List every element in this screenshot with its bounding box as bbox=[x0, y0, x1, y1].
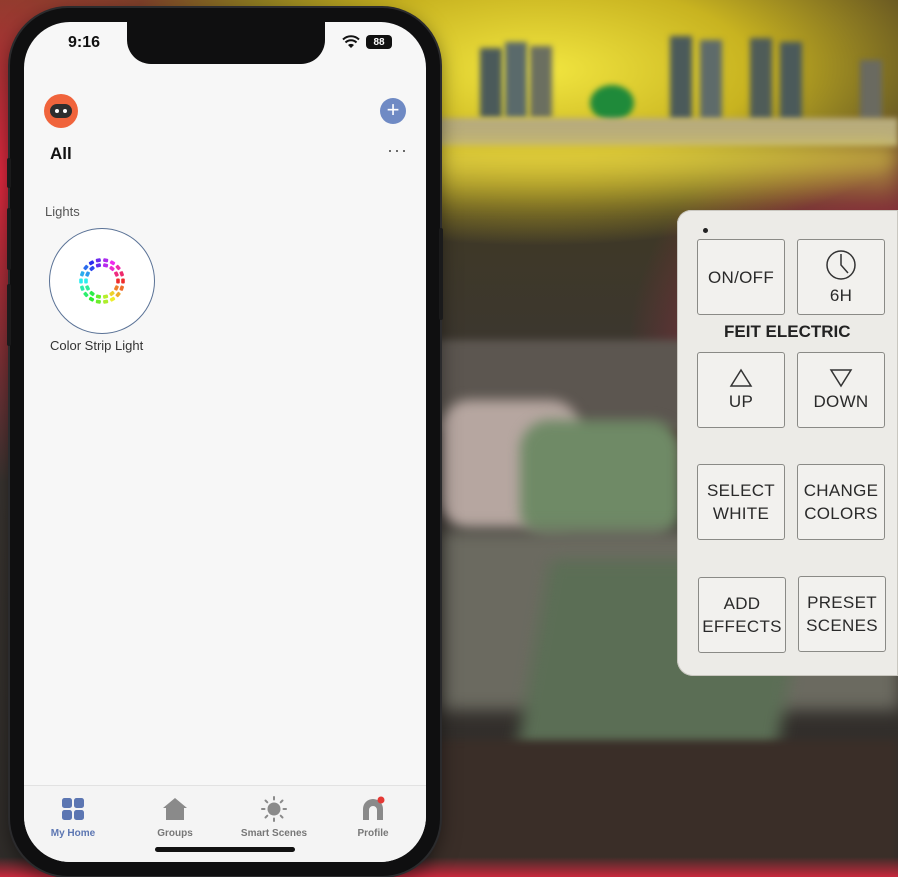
remote-button-label: COLORS bbox=[804, 504, 878, 523]
remote-button-label: WHITE bbox=[712, 504, 770, 523]
section-label-lights: Lights bbox=[45, 204, 80, 219]
up-triangle-icon bbox=[729, 368, 753, 387]
app-screen: 9:16 88 + All ··· Lights Color Strip Lig… bbox=[24, 22, 426, 862]
status-icons: 88 bbox=[342, 35, 392, 49]
remote-button-down: DOWN bbox=[797, 352, 885, 428]
clock-icon bbox=[826, 249, 856, 280]
device-tile-color-strip-light[interactable] bbox=[49, 228, 155, 334]
remote-button-on-off: ON/OFF bbox=[697, 239, 785, 315]
remote-button-label: EFFECTS bbox=[702, 617, 782, 636]
remote-button-label: DOWN bbox=[813, 391, 869, 411]
remote-button-label: CHANGE bbox=[803, 481, 879, 500]
remote-button-select-white: SELECT WHITE bbox=[697, 464, 785, 540]
remote-indicator-led bbox=[703, 228, 708, 233]
wifi-icon bbox=[342, 35, 360, 48]
tab-label: Profile bbox=[357, 828, 389, 839]
remote-brand: FEIT ELECTRIC bbox=[724, 322, 851, 341]
my-home-icon bbox=[62, 798, 84, 820]
profile-icon bbox=[363, 796, 385, 820]
remote-button-label: UP bbox=[728, 391, 754, 411]
remote-button-label: ADD bbox=[723, 594, 761, 613]
tab-label: Smart Scenes bbox=[240, 828, 308, 839]
tab-label: My Home bbox=[50, 828, 96, 839]
remote-button-label: SCENES bbox=[806, 616, 878, 635]
tab-my-home[interactable]: My Home bbox=[28, 796, 118, 839]
remote-button-label: ON/OFF bbox=[707, 267, 774, 287]
phone-frame: 9:16 88 + All ··· Lights Color Strip Lig… bbox=[7, 8, 443, 876]
add-device-button[interactable]: + bbox=[380, 98, 406, 124]
remote-button-timer: 6H bbox=[797, 239, 885, 315]
remote-button-label: SELECT bbox=[707, 481, 775, 500]
tab-groups[interactable]: Groups bbox=[130, 796, 220, 839]
remote-button-label: PRESET bbox=[807, 593, 877, 612]
battery-indicator: 88 bbox=[366, 35, 392, 49]
tab-profile[interactable]: Profile bbox=[328, 796, 418, 839]
remote-button-preset-scenes: PRESET SCENES bbox=[798, 576, 886, 652]
home-indicator[interactable] bbox=[155, 847, 295, 852]
remote-button-add-effects: ADD EFFECTS bbox=[698, 577, 786, 653]
remote-control: ON/OFF 6H FEIT ELECTRIC UP DOWN SELECT W… bbox=[677, 210, 898, 676]
groups-icon bbox=[163, 798, 187, 820]
color-strip-light-icon bbox=[79, 258, 125, 304]
remote-button-change-colors: CHANGE COLORS bbox=[797, 464, 885, 540]
notch bbox=[127, 22, 325, 64]
page-title[interactable]: All bbox=[50, 144, 72, 164]
down-triangle-icon bbox=[829, 368, 853, 387]
tab-label: Groups bbox=[157, 828, 193, 839]
tab-smart-scenes[interactable]: Smart Scenes bbox=[229, 796, 319, 839]
remote-button-label: 6H bbox=[829, 285, 853, 305]
app-logo-icon[interactable] bbox=[44, 94, 78, 128]
smart-scenes-icon bbox=[261, 796, 287, 822]
more-options-button[interactable]: ··· bbox=[387, 140, 408, 161]
device-name-label[interactable]: Color Strip Light bbox=[50, 338, 143, 353]
status-time: 9:16 bbox=[68, 34, 101, 51]
remote-button-up: UP bbox=[697, 352, 785, 428]
